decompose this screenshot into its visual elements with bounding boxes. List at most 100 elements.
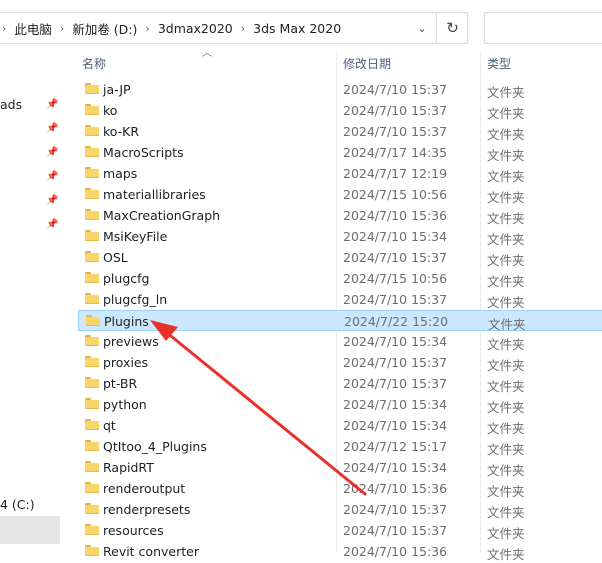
file-row[interactable]: MaxCreationGraph 2024/7/10 15:36 文件夹 xyxy=(78,205,602,226)
file-name: MacroScripts xyxy=(103,145,184,160)
folder-icon xyxy=(85,461,99,472)
column-header-date[interactable]: 修改日期 xyxy=(343,55,391,75)
file-row[interactable]: pt-BR 2024/7/10 15:37 文件夹 xyxy=(78,373,602,394)
file-date: 2024/7/10 15:34 xyxy=(343,334,448,349)
breadcrumb: › 此电脑 › 新加卷 (D:) › 3dmax2020 › 3ds Max 2… xyxy=(0,13,347,43)
file-date: 2024/7/10 15:36 xyxy=(343,208,448,223)
folder-icon xyxy=(85,440,99,451)
file-date: 2024/7/15 10:56 xyxy=(343,271,448,286)
folder-icon xyxy=(86,315,100,326)
file-date: 2024/7/10 15:37 xyxy=(343,103,448,118)
sort-ascending-icon: ︿ xyxy=(202,48,212,59)
file-date: 2024/7/10 15:34 xyxy=(343,229,448,244)
refresh-icon[interactable]: ↻ xyxy=(436,13,468,43)
file-name: resources xyxy=(103,523,164,538)
folder-icon xyxy=(85,251,99,262)
crumb-this-pc[interactable]: 此电脑 xyxy=(8,19,58,38)
file-row[interactable]: renderpresets 2024/7/10 15:37 文件夹 xyxy=(78,499,602,520)
file-type: 文件夹 xyxy=(487,274,525,289)
file-row[interactable]: QtItoo_4_Plugins 2024/7/12 15:17 文件夹 xyxy=(78,436,602,457)
file-name: ko xyxy=(103,103,118,118)
file-date: 2024/7/10 15:37 xyxy=(343,250,448,265)
file-row[interactable]: materiallibraries 2024/7/15 10:56 文件夹 xyxy=(78,184,602,205)
file-name: OSL xyxy=(103,250,128,265)
file-name: pt-BR xyxy=(103,376,138,391)
file-type: 文件夹 xyxy=(487,526,525,541)
pin-icon: 📌 xyxy=(46,195,59,206)
folder-icon xyxy=(85,482,99,493)
file-date: 2024/7/10 15:34 xyxy=(343,460,448,475)
file-name: RapidRT xyxy=(103,460,154,475)
file-name: proxies xyxy=(103,355,149,370)
folder-icon xyxy=(85,356,99,367)
crumb-3dmax2020[interactable]: 3dmax2020 xyxy=(152,21,239,36)
search-input[interactable] xyxy=(484,12,602,44)
file-row[interactable]: ja-JP 2024/7/10 15:37 文件夹 xyxy=(78,79,602,100)
file-row[interactable]: ko 2024/7/10 15:37 文件夹 xyxy=(78,100,602,121)
file-type: 文件夹 xyxy=(487,421,525,436)
file-type: 文件夹 xyxy=(487,127,525,142)
chevron-right-icon[interactable]: › xyxy=(239,22,247,35)
file-row[interactable]: Plugins 2024/7/22 15:20 文件夹 xyxy=(78,310,602,332)
file-type: 文件夹 xyxy=(487,358,525,373)
file-row[interactable]: renderoutput 2024/7/10 15:36 文件夹 xyxy=(78,478,602,499)
file-row[interactable]: ko-KR 2024/7/10 15:37 文件夹 xyxy=(78,121,602,142)
file-name: QtItoo_4_Plugins xyxy=(103,439,207,454)
file-type: 文件夹 xyxy=(487,484,525,499)
file-date: 2024/7/17 14:35 xyxy=(343,145,448,160)
file-row[interactable]: proxies 2024/7/10 15:37 文件夹 xyxy=(78,352,602,373)
chevron-right-icon[interactable]: › xyxy=(0,22,8,35)
file-row[interactable]: previews 2024/7/10 15:34 文件夹 xyxy=(78,331,602,352)
column-header-name[interactable]: 名称 xyxy=(82,55,106,75)
folder-icon xyxy=(85,146,99,157)
file-name: qt xyxy=(103,418,116,433)
file-date: 2024/7/10 15:36 xyxy=(343,481,448,496)
pin-icon: 📌 xyxy=(46,123,59,134)
file-row[interactable]: resources 2024/7/10 15:37 文件夹 xyxy=(78,520,602,541)
folder-icon xyxy=(85,209,99,220)
file-row[interactable]: OSL 2024/7/10 15:37 文件夹 xyxy=(78,247,602,268)
pin-icon: 📌 xyxy=(46,99,59,110)
file-date: 2024/7/10 15:37 xyxy=(343,82,448,97)
file-row[interactable]: maps 2024/7/17 12:19 文件夹 xyxy=(78,163,602,184)
file-type: 文件夹 xyxy=(487,505,525,520)
file-name: renderpresets xyxy=(103,502,191,517)
file-date: 2024/7/10 15:37 xyxy=(343,292,448,307)
file-type: 文件夹 xyxy=(487,442,525,457)
folder-icon xyxy=(85,377,99,388)
folder-icon xyxy=(85,335,99,346)
folder-icon xyxy=(85,167,99,178)
folder-icon xyxy=(85,83,99,94)
nav-item-selected[interactable] xyxy=(0,516,60,544)
nav-item-drive-c[interactable]: 4 (C:) xyxy=(0,497,35,512)
file-type: 文件夹 xyxy=(487,295,525,310)
file-type: 文件夹 xyxy=(487,253,525,268)
nav-item-downloads[interactable]: ads xyxy=(0,97,22,112)
chevron-right-icon[interactable]: › xyxy=(143,22,151,35)
file-name: previews xyxy=(103,334,159,349)
file-row[interactable]: python 2024/7/10 15:34 文件夹 xyxy=(78,394,602,415)
address-bar[interactable]: › 此电脑 › 新加卷 (D:) › 3dmax2020 › 3ds Max 2… xyxy=(0,12,468,44)
column-header-type[interactable]: 类型 xyxy=(487,55,511,75)
file-row[interactable]: plugcfg 2024/7/15 10:56 文件夹 xyxy=(78,268,602,289)
file-row[interactable]: MsiKeyFile 2024/7/10 15:34 文件夹 xyxy=(78,226,602,247)
pin-icon: 📌 xyxy=(46,219,59,230)
file-row[interactable]: MacroScripts 2024/7/17 14:35 文件夹 xyxy=(78,142,602,163)
file-date: 2024/7/10 15:37 xyxy=(343,124,448,139)
file-row[interactable]: qt 2024/7/10 15:34 文件夹 xyxy=(78,415,602,436)
crumb-drive-d[interactable]: 新加卷 (D:) xyxy=(66,19,143,38)
file-name: maps xyxy=(103,166,138,181)
folder-icon xyxy=(85,230,99,241)
file-row[interactable]: plugcfg_ln 2024/7/10 15:37 文件夹 xyxy=(78,289,602,310)
crumb-3ds-max-2020[interactable]: 3ds Max 2020 xyxy=(247,21,347,36)
file-type: 文件夹 xyxy=(487,547,525,562)
chevron-down-icon[interactable]: ⌄ xyxy=(412,13,432,43)
file-type: 文件夹 xyxy=(487,85,525,100)
file-row[interactable]: RapidRT 2024/7/10 15:34 文件夹 xyxy=(78,457,602,478)
file-name: MaxCreationGraph xyxy=(103,208,221,223)
file-date: 2024/7/12 15:17 xyxy=(343,439,448,454)
pin-icon: 📌 xyxy=(46,171,59,182)
file-type: 文件夹 xyxy=(487,232,525,247)
file-date: 2024/7/22 15:20 xyxy=(344,314,449,329)
chevron-right-icon[interactable]: › xyxy=(58,22,66,35)
